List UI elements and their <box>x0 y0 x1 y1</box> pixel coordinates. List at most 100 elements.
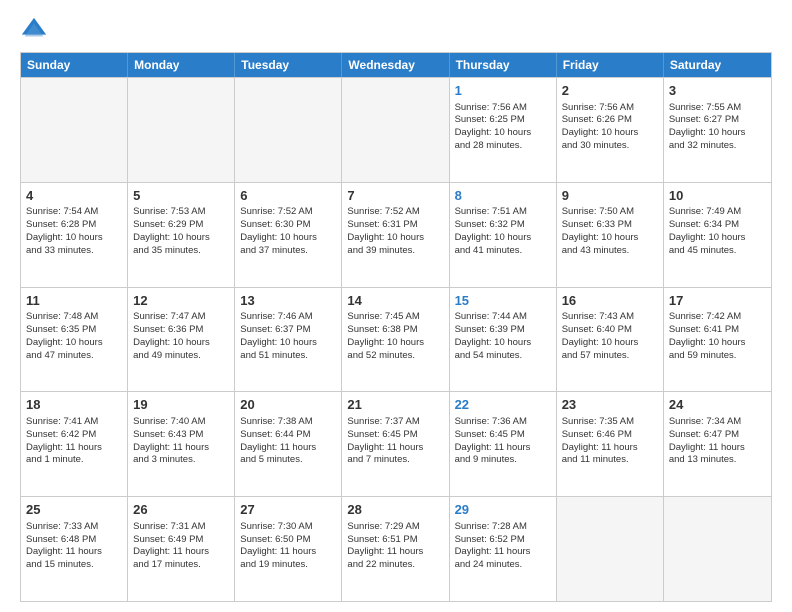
header-day-sunday: Sunday <box>21 53 128 77</box>
day-info-line: Sunrise: 7:56 AM <box>562 102 658 115</box>
header-day-monday: Monday <box>128 53 235 77</box>
day-info-line: Sunset: 6:47 PM <box>669 429 766 442</box>
cal-cell-empty-5 <box>557 497 664 601</box>
day-info-line: Daylight: 10 hours <box>562 127 658 140</box>
day-number: 23 <box>562 396 658 414</box>
day-info-line: and 30 minutes. <box>562 140 658 153</box>
day-info-line: Sunset: 6:46 PM <box>562 429 658 442</box>
day-info-line: Sunrise: 7:55 AM <box>669 102 766 115</box>
day-info-line: and 19 minutes. <box>240 559 336 572</box>
day-info-line: and 17 minutes. <box>133 559 229 572</box>
day-info-line: Sunset: 6:36 PM <box>133 324 229 337</box>
cal-cell-empty-0 <box>21 78 128 182</box>
day-info-line: and 43 minutes. <box>562 245 658 258</box>
calendar-row-0: 1Sunrise: 7:56 AMSunset: 6:25 PMDaylight… <box>21 77 771 182</box>
cal-cell-1: 1Sunrise: 7:56 AMSunset: 6:25 PMDaylight… <box>450 78 557 182</box>
day-info-line: and 1 minute. <box>26 454 122 467</box>
day-info-line: Sunrise: 7:42 AM <box>669 311 766 324</box>
day-info-line: and 47 minutes. <box>26 350 122 363</box>
day-number: 20 <box>240 396 336 414</box>
day-info-line: Daylight: 11 hours <box>240 546 336 559</box>
calendar: SundayMondayTuesdayWednesdayThursdayFrid… <box>20 52 772 602</box>
logo-icon <box>20 16 48 44</box>
cal-cell-23: 23Sunrise: 7:35 AMSunset: 6:46 PMDayligh… <box>557 392 664 496</box>
day-info-line: and 11 minutes. <box>562 454 658 467</box>
day-number: 1 <box>455 82 551 100</box>
day-info-line: Sunset: 6:30 PM <box>240 219 336 232</box>
day-number: 12 <box>133 292 229 310</box>
day-info-line: Sunset: 6:37 PM <box>240 324 336 337</box>
day-info-line: and 59 minutes. <box>669 350 766 363</box>
day-info-line: Sunset: 6:43 PM <box>133 429 229 442</box>
day-info-line: Daylight: 10 hours <box>240 337 336 350</box>
day-info-line: Sunrise: 7:49 AM <box>669 206 766 219</box>
day-info-line: Sunrise: 7:33 AM <box>26 521 122 534</box>
day-number: 15 <box>455 292 551 310</box>
day-info-line: Daylight: 11 hours <box>455 442 551 455</box>
day-info-line: Daylight: 11 hours <box>347 442 443 455</box>
cal-cell-14: 14Sunrise: 7:45 AMSunset: 6:38 PMDayligh… <box>342 288 449 392</box>
day-info-line: Sunset: 6:38 PM <box>347 324 443 337</box>
day-number: 17 <box>669 292 766 310</box>
cal-cell-27: 27Sunrise: 7:30 AMSunset: 6:50 PMDayligh… <box>235 497 342 601</box>
day-info-line: Sunset: 6:41 PM <box>669 324 766 337</box>
day-number: 9 <box>562 187 658 205</box>
day-info-line: Daylight: 10 hours <box>562 232 658 245</box>
day-number: 14 <box>347 292 443 310</box>
day-number: 6 <box>240 187 336 205</box>
cal-cell-empty-2 <box>235 78 342 182</box>
day-info-line: Sunrise: 7:52 AM <box>347 206 443 219</box>
cal-cell-22: 22Sunrise: 7:36 AMSunset: 6:45 PMDayligh… <box>450 392 557 496</box>
day-info-line: Daylight: 11 hours <box>240 442 336 455</box>
cal-cell-4: 4Sunrise: 7:54 AMSunset: 6:28 PMDaylight… <box>21 183 128 287</box>
day-info-line: and 39 minutes. <box>347 245 443 258</box>
day-info-line: and 9 minutes. <box>455 454 551 467</box>
day-info-line: and 7 minutes. <box>347 454 443 467</box>
day-info-line: Daylight: 10 hours <box>669 337 766 350</box>
cal-cell-12: 12Sunrise: 7:47 AMSunset: 6:36 PMDayligh… <box>128 288 235 392</box>
day-info-line: Daylight: 11 hours <box>669 442 766 455</box>
day-info-line: Sunset: 6:44 PM <box>240 429 336 442</box>
day-info-line: and 51 minutes. <box>240 350 336 363</box>
day-info-line: and 3 minutes. <box>133 454 229 467</box>
day-number: 18 <box>26 396 122 414</box>
day-info-line: and 13 minutes. <box>669 454 766 467</box>
day-info-line: Sunrise: 7:45 AM <box>347 311 443 324</box>
day-info-line: Sunrise: 7:41 AM <box>26 416 122 429</box>
day-info-line: Daylight: 11 hours <box>26 442 122 455</box>
day-info-line: Sunrise: 7:48 AM <box>26 311 122 324</box>
calendar-row-1: 4Sunrise: 7:54 AMSunset: 6:28 PMDaylight… <box>21 182 771 287</box>
day-number: 13 <box>240 292 336 310</box>
day-info-line: Daylight: 10 hours <box>669 232 766 245</box>
day-number: 26 <box>133 501 229 519</box>
day-number: 2 <box>562 82 658 100</box>
cal-cell-9: 9Sunrise: 7:50 AMSunset: 6:33 PMDaylight… <box>557 183 664 287</box>
day-info-line: Sunrise: 7:56 AM <box>455 102 551 115</box>
day-info-line: Sunset: 6:35 PM <box>26 324 122 337</box>
day-info-line: Sunrise: 7:44 AM <box>455 311 551 324</box>
day-info-line: Daylight: 10 hours <box>133 337 229 350</box>
day-info-line: and 52 minutes. <box>347 350 443 363</box>
cal-cell-11: 11Sunrise: 7:48 AMSunset: 6:35 PMDayligh… <box>21 288 128 392</box>
day-info-line: Daylight: 10 hours <box>133 232 229 245</box>
day-info-line: Sunset: 6:42 PM <box>26 429 122 442</box>
day-info-line: Sunset: 6:32 PM <box>455 219 551 232</box>
day-info-line: and 33 minutes. <box>26 245 122 258</box>
day-info-line: Sunset: 6:48 PM <box>26 534 122 547</box>
day-info-line: and 57 minutes. <box>562 350 658 363</box>
cal-cell-24: 24Sunrise: 7:34 AMSunset: 6:47 PMDayligh… <box>664 392 771 496</box>
day-info-line: Sunset: 6:45 PM <box>347 429 443 442</box>
cal-cell-8: 8Sunrise: 7:51 AMSunset: 6:32 PMDaylight… <box>450 183 557 287</box>
day-number: 3 <box>669 82 766 100</box>
day-info-line: Sunrise: 7:28 AM <box>455 521 551 534</box>
day-info-line: Sunset: 6:39 PM <box>455 324 551 337</box>
day-number: 4 <box>26 187 122 205</box>
day-info-line: Sunset: 6:49 PM <box>133 534 229 547</box>
day-info-line: Daylight: 11 hours <box>133 442 229 455</box>
cal-cell-16: 16Sunrise: 7:43 AMSunset: 6:40 PMDayligh… <box>557 288 664 392</box>
day-info-line: and 22 minutes. <box>347 559 443 572</box>
day-info-line: Sunrise: 7:36 AM <box>455 416 551 429</box>
day-info-line: Daylight: 11 hours <box>455 546 551 559</box>
header-day-saturday: Saturday <box>664 53 771 77</box>
day-info-line: Daylight: 10 hours <box>347 337 443 350</box>
